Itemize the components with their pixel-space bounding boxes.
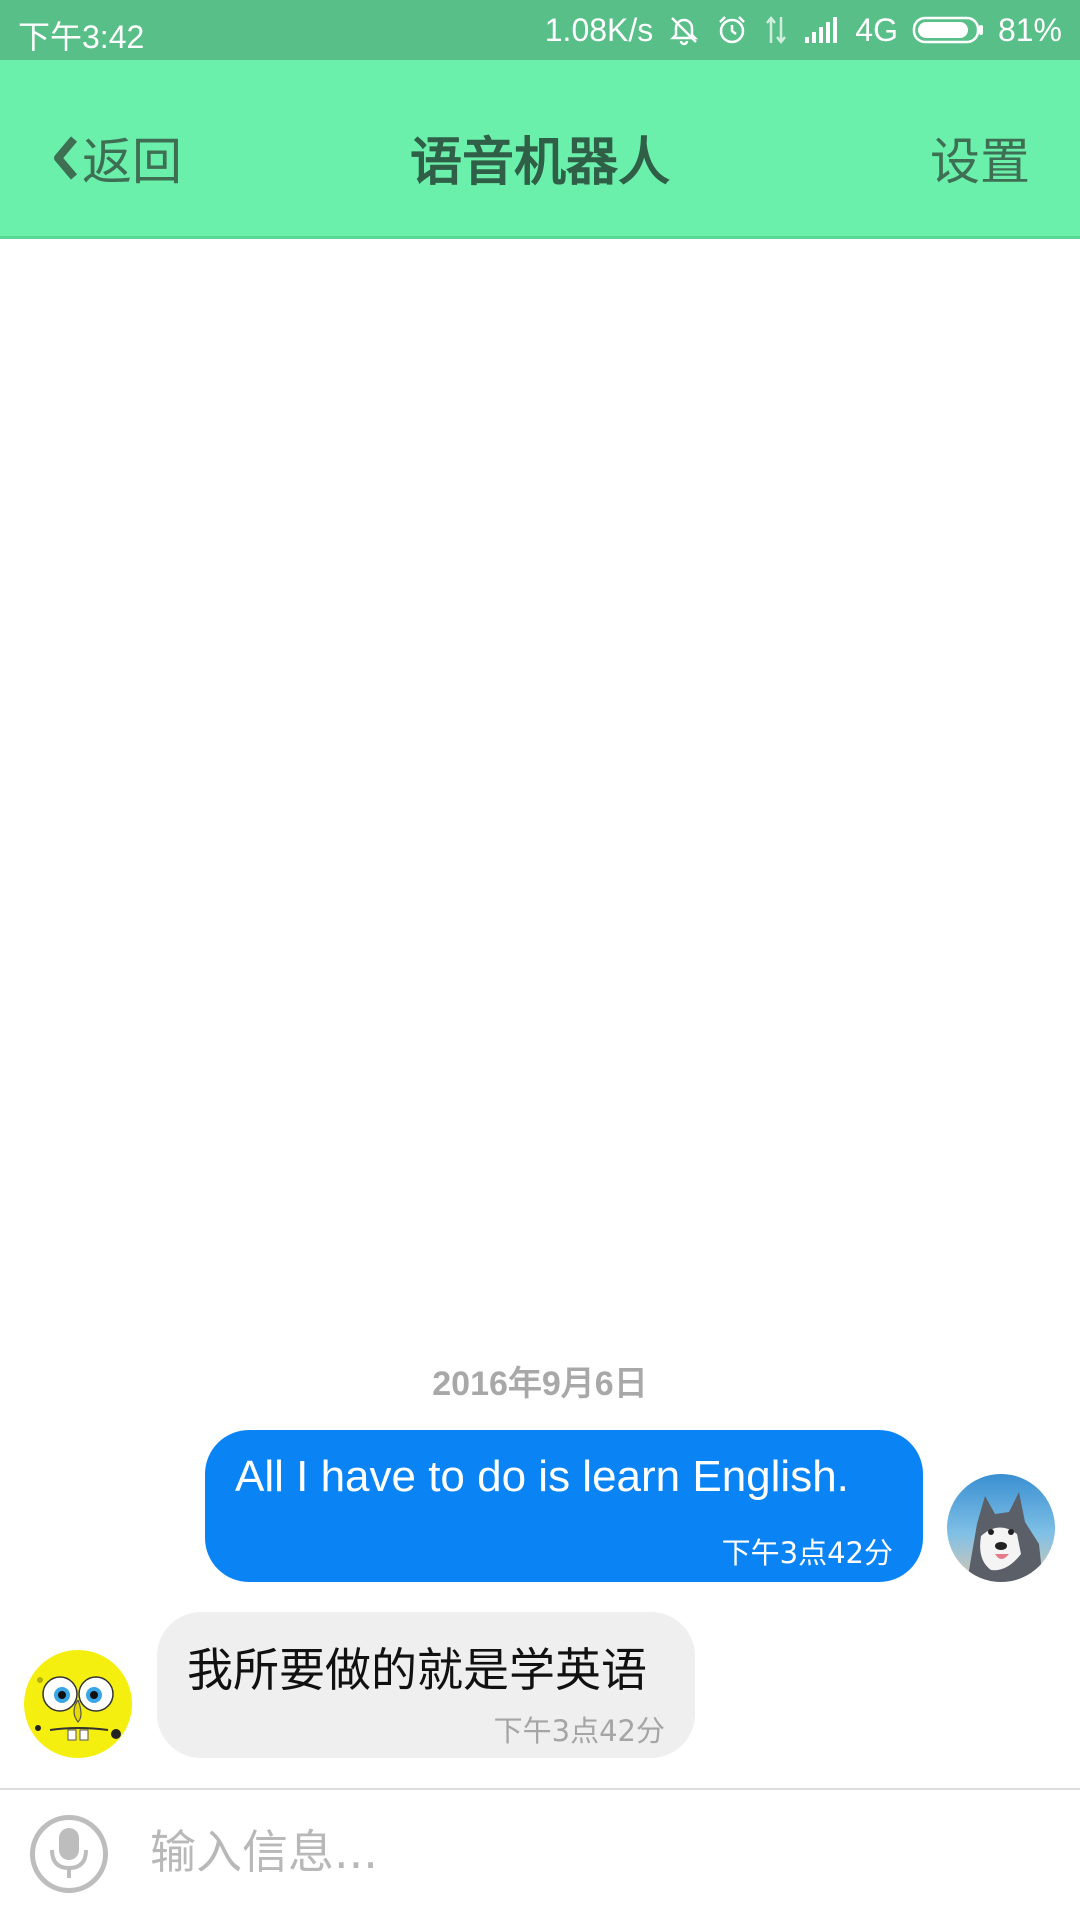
voice-button[interactable] [30,1815,108,1893]
outgoing-message-bubble[interactable]: All I have to do is learn English. 下午3点4… [205,1430,923,1582]
status-bar: 下午3:42 1.08K/s 4G 81% [0,0,1080,60]
bot-avatar[interactable] [24,1650,132,1758]
husky-avatar-icon [947,1474,1055,1582]
message-input[interactable] [148,1812,1028,1892]
message-text: 我所要做的就是学英语 [187,1643,647,1697]
user-avatar[interactable] [947,1474,1055,1582]
status-time: 下午3:42 [18,19,145,55]
message-time: 下午3点42分 [721,1536,893,1570]
battery-percent: 81% [997,11,1062,48]
data-arrows-icon [763,13,789,47]
message-time: 下午3点42分 [493,1714,665,1748]
alarm-icon [715,13,749,47]
page-title: 语音机器人 [409,133,670,193]
network-type: 4G [855,11,898,48]
message-text: All I have to do is learn English. [235,1452,849,1501]
date-separator: 2016年9月6日 [432,1365,648,1403]
settings-button[interactable]: 设置 [930,122,1030,194]
microphone-icon [50,1828,88,1878]
signal-icon [803,15,841,45]
status-icons: 1.08K/s 4G 81% [545,10,1062,50]
sponge-face-avatar-icon [24,1650,132,1758]
battery-icon [912,15,984,45]
net-speed: 1.08K/s [544,11,654,48]
mute-icon [667,13,701,47]
title-bar: 返回 语音机器人 设置 [0,60,1080,239]
incoming-message-bubble[interactable]: 我所要做的就是学英语 下午3点42分 [157,1612,695,1758]
input-bar [0,1788,1080,1920]
